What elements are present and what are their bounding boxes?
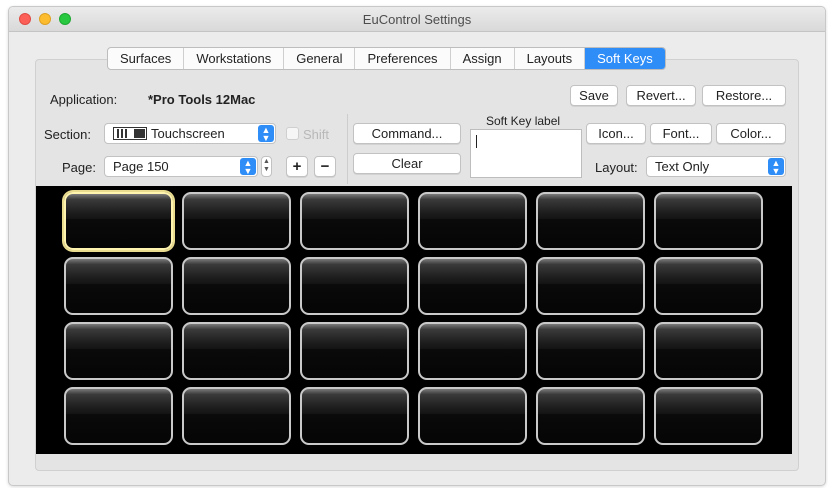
restore-button[interactable]: Restore... bbox=[702, 85, 786, 106]
section-value: Touchscreen bbox=[151, 126, 225, 141]
tab-soft-keys[interactable]: Soft Keys bbox=[585, 48, 665, 69]
touchscreen-icon bbox=[113, 127, 147, 141]
save-button[interactable]: Save bbox=[570, 85, 618, 106]
add-page-button[interactable]: + bbox=[286, 156, 308, 177]
soft-key[interactable] bbox=[654, 257, 763, 315]
page-dropdown-arrows-icon: ▲ ▼ bbox=[240, 158, 256, 176]
tab-assign[interactable]: Assign bbox=[451, 48, 515, 69]
soft-key[interactable] bbox=[182, 192, 291, 250]
title-bar: EuControl Settings bbox=[9, 7, 825, 32]
layout-label: Layout: bbox=[595, 160, 638, 175]
page-label: Page: bbox=[62, 160, 96, 175]
page-stepper[interactable]: ▲ ▼ bbox=[261, 156, 272, 177]
section-dropdown-arrows-icon: ▲ ▼ bbox=[258, 125, 274, 143]
tab-workstations[interactable]: Workstations bbox=[184, 48, 285, 69]
window-title: EuControl Settings bbox=[362, 12, 472, 27]
text-caret bbox=[476, 135, 477, 148]
soft-key[interactable] bbox=[300, 192, 409, 250]
soft-key[interactable] bbox=[182, 257, 291, 315]
shift-label: Shift bbox=[303, 127, 330, 142]
soft-key[interactable] bbox=[182, 322, 291, 380]
revert-button[interactable]: Revert... bbox=[626, 85, 696, 106]
soft-key[interactable] bbox=[64, 387, 173, 445]
page-select[interactable]: Page 150 ▲ ▼ bbox=[104, 156, 258, 177]
application-label: Application: bbox=[50, 92, 118, 107]
tab-layouts[interactable]: Layouts bbox=[515, 48, 586, 69]
soft-key[interactable] bbox=[418, 192, 527, 250]
layout-value: Text Only bbox=[655, 159, 710, 174]
soft-key[interactable] bbox=[300, 387, 409, 445]
soft-key[interactable] bbox=[654, 192, 763, 250]
color-button[interactable]: Color... bbox=[716, 123, 786, 144]
clear-button[interactable]: Clear bbox=[353, 153, 461, 174]
soft-key[interactable] bbox=[418, 257, 527, 315]
soft-key[interactable] bbox=[64, 192, 173, 250]
remove-page-button[interactable]: − bbox=[314, 156, 336, 177]
tab-preferences[interactable]: Preferences bbox=[355, 48, 451, 69]
tab-surfaces[interactable]: Surfaces bbox=[108, 48, 185, 69]
soft-key[interactable] bbox=[536, 192, 645, 250]
soft-key[interactable] bbox=[536, 322, 645, 380]
font-button[interactable]: Font... bbox=[650, 123, 712, 144]
soft-key[interactable] bbox=[64, 257, 173, 315]
application-value: *Pro Tools 12Mac bbox=[148, 92, 256, 107]
soft-key[interactable] bbox=[64, 322, 173, 380]
soft-key-grid bbox=[36, 186, 792, 454]
layout-select[interactable]: Text Only ▲ ▼ bbox=[646, 156, 786, 177]
soft-key[interactable] bbox=[536, 387, 645, 445]
soft-key[interactable] bbox=[654, 387, 763, 445]
icon-button[interactable]: Icon... bbox=[586, 123, 646, 144]
soft-key[interactable] bbox=[536, 257, 645, 315]
tab-bar: Surfaces Workstations General Preference… bbox=[107, 47, 666, 70]
toolbar-separator bbox=[347, 114, 348, 184]
shift-checkbox[interactable] bbox=[286, 127, 299, 140]
command-button[interactable]: Command... bbox=[353, 123, 461, 144]
page-value: Page 150 bbox=[113, 159, 169, 174]
soft-key[interactable] bbox=[182, 387, 291, 445]
tab-general[interactable]: General bbox=[284, 48, 356, 69]
soft-key[interactable] bbox=[418, 322, 527, 380]
soft-key[interactable] bbox=[300, 322, 409, 380]
soft-key[interactable] bbox=[654, 322, 763, 380]
layout-dropdown-arrows-icon: ▲ ▼ bbox=[768, 158, 784, 176]
soft-key-label-field[interactable] bbox=[470, 129, 582, 178]
soft-key-label-caption: Soft Key label bbox=[486, 114, 561, 128]
section-label: Section: bbox=[44, 127, 91, 142]
section-select[interactable]: Touchscreen ▲ ▼ bbox=[104, 123, 276, 144]
soft-key[interactable] bbox=[300, 257, 409, 315]
soft-key[interactable] bbox=[418, 387, 527, 445]
